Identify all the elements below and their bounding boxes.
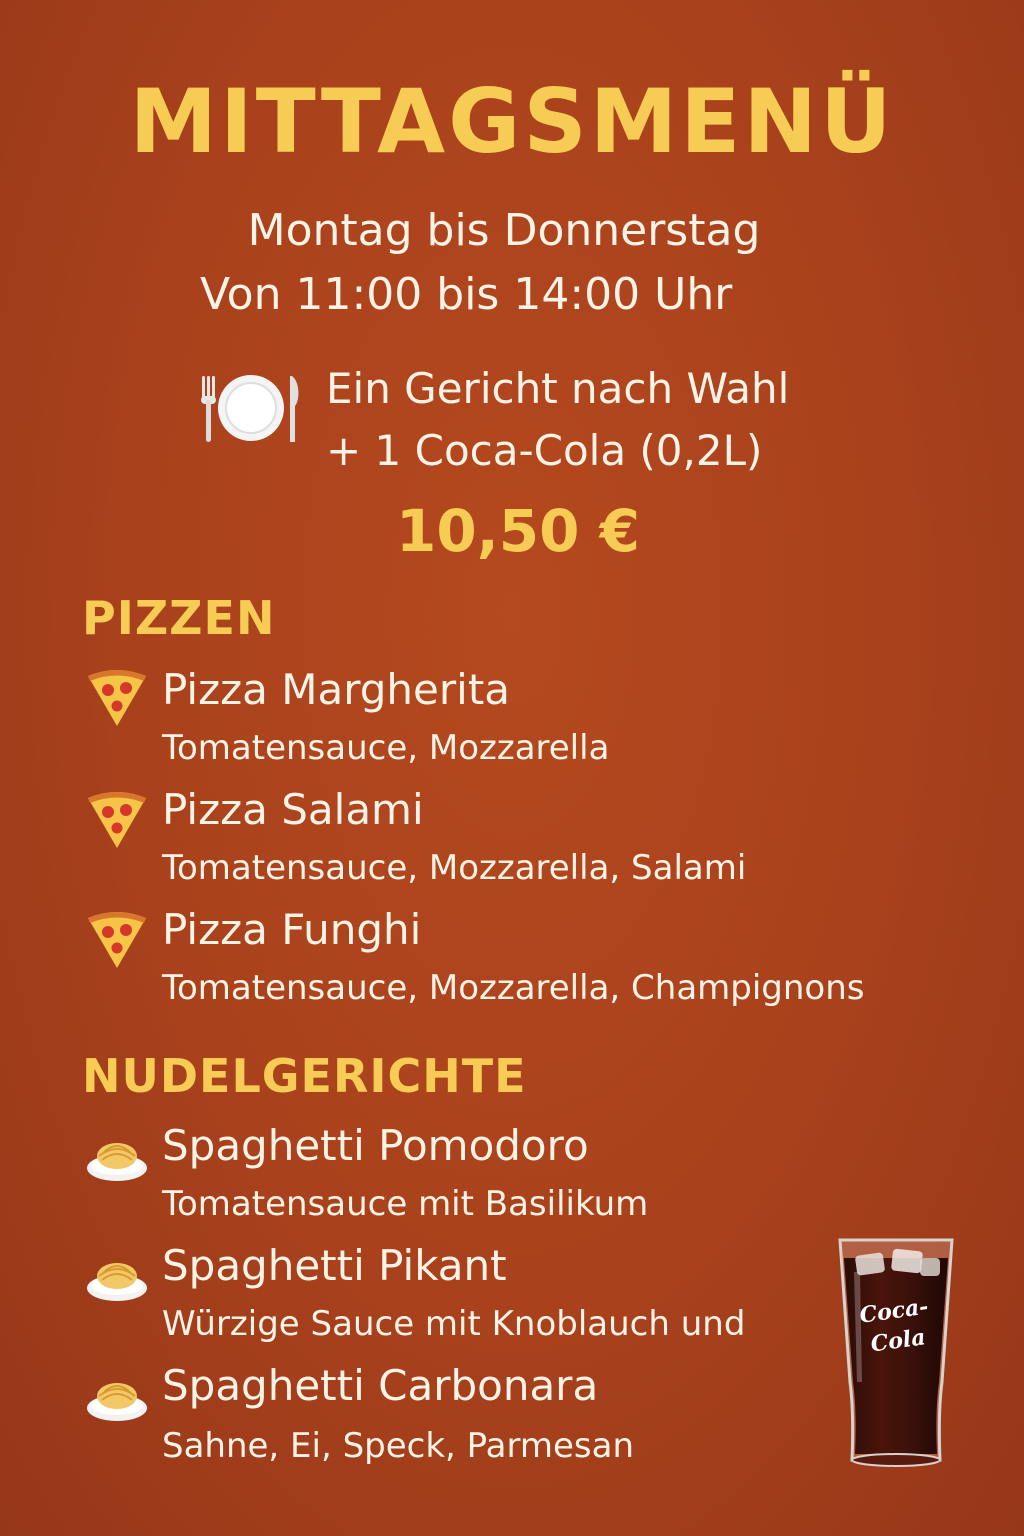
menu-item-desc: Tomatensauce, Mozzarella, Champignons — [162, 968, 865, 1008]
menu-item-name: Spaghetti Carbonara — [162, 1361, 599, 1410]
pizza-slice-icon — [88, 912, 146, 968]
pizza-slice-icon — [88, 792, 146, 848]
offer-line-2: + 1 Coca-Cola (0,2L) — [326, 426, 763, 475]
hours-text: Von 11:00 bis 14:00 Uhr — [200, 269, 733, 320]
section-title-pizzen: PIZZEN — [82, 591, 276, 645]
menu-item-name: Spaghetti Pomodoro — [162, 1121, 589, 1170]
menu-item-name: Spaghetti Pikant — [162, 1241, 507, 1290]
days-text: Montag bis Donnerstag — [247, 205, 761, 256]
menu-item-desc: Tomatensauce, Mozzarella — [162, 728, 610, 768]
menu-item-desc: Tomatensauce, Mozzarella, Salami — [162, 848, 747, 888]
menu-item-name: Pizza Salami — [162, 785, 424, 834]
offer-price: 10,50 € — [396, 497, 641, 565]
menu-title: MITTAGSMENÜ — [129, 70, 895, 173]
menu-item-desc: Sahne, Ei, Speck, Parmesan — [162, 1426, 634, 1466]
spaghetti-plate-icon — [87, 1143, 147, 1181]
offer-line-1: Ein Gericht nach Wahl — [326, 364, 790, 413]
menu-item-name: Pizza Margherita — [162, 665, 511, 714]
spaghetti-plate-icon — [87, 1263, 147, 1301]
section-title-nudelgerichte: NUDELGERICHTE — [82, 1049, 527, 1103]
menu-item-desc: Tomatensauce mit Basilikum — [162, 1184, 649, 1224]
spaghetti-plate-icon — [87, 1383, 147, 1421]
menu-item-name: Pizza Funghi — [162, 905, 422, 954]
pizza-slice-icon — [88, 670, 146, 726]
plate-cutlery-icon — [201, 375, 299, 442]
menu-item-desc: Würzige Sauce mit Knoblauch und — [162, 1304, 746, 1344]
